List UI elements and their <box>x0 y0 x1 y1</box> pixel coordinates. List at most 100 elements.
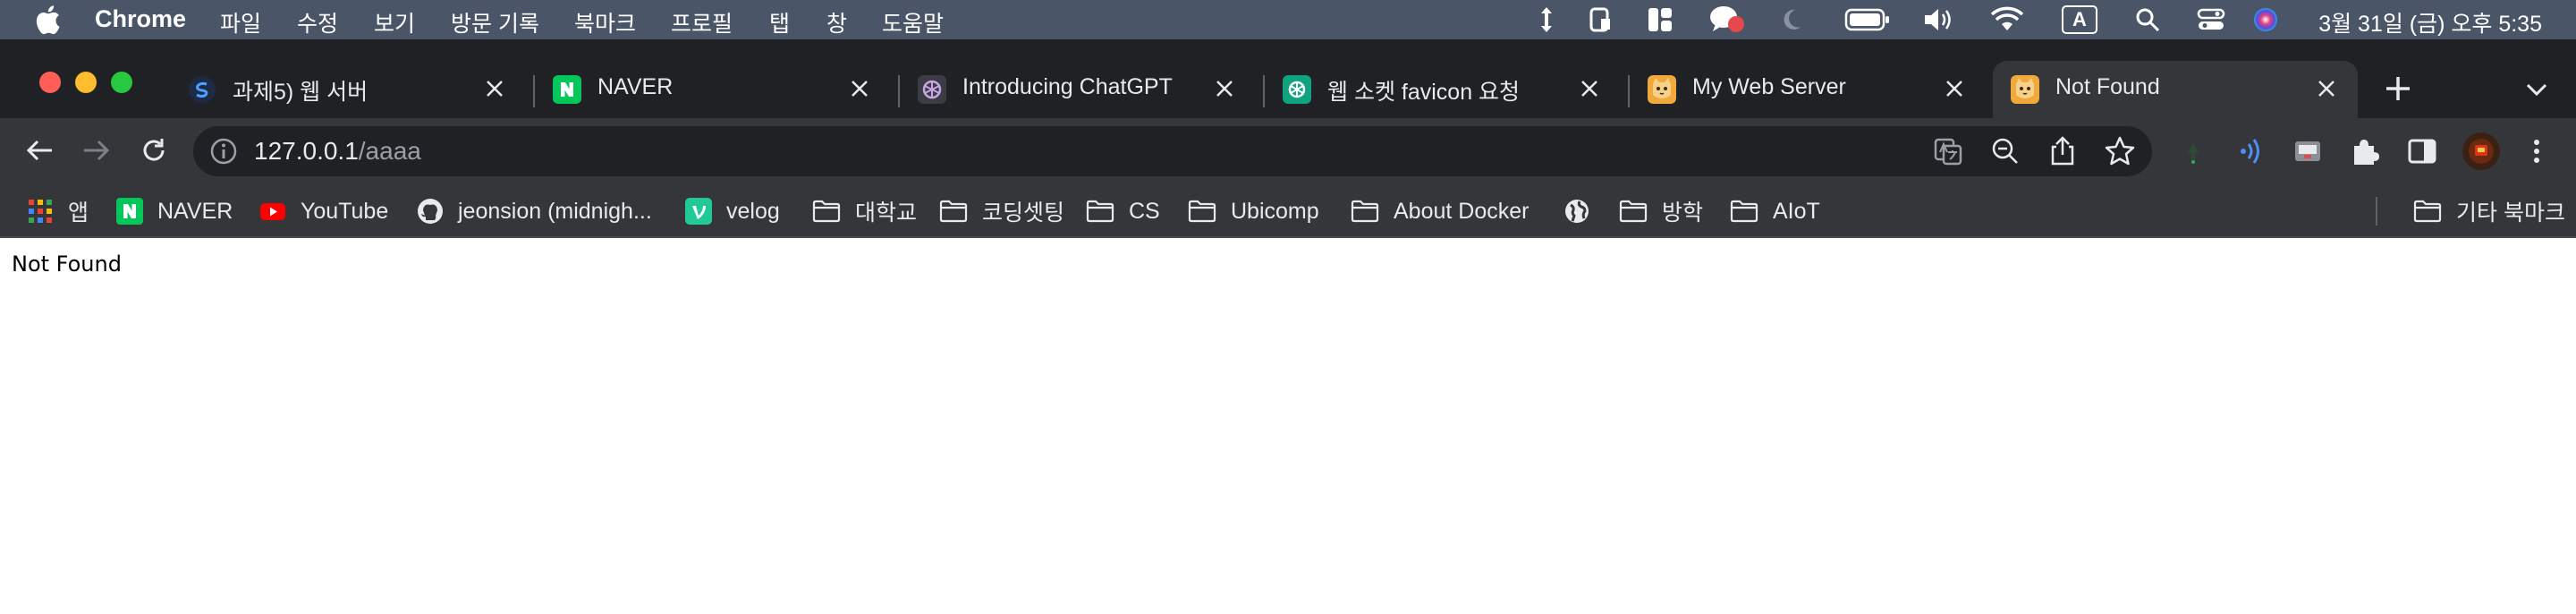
bookmark-naver[interactable]: NAVER <box>116 195 233 227</box>
messages-icon[interactable] <box>1707 0 1746 39</box>
extension-screen-icon[interactable] <box>2292 135 2324 167</box>
tab-title: My Web Server <box>1692 74 1846 99</box>
new-tab-plus-icon[interactable] <box>2383 73 2413 104</box>
bookmark-label: jeonsion (midnigh... <box>458 198 652 224</box>
apps-grid-icon <box>29 200 52 223</box>
velog-icon <box>685 198 712 225</box>
folder-icon <box>1086 200 1114 223</box>
volume-icon[interactable] <box>1921 0 1957 39</box>
extensions-puzzle-icon[interactable] <box>2349 135 2381 167</box>
input-source-icon[interactable]: A <box>2061 0 2098 39</box>
app-menu-chrome[interactable]: Chrome <box>95 5 186 33</box>
menu-window[interactable]: 창 <box>826 6 847 38</box>
tab-not-found-active[interactable]: Not Found <box>1993 61 2358 118</box>
bookmark-folder-vacation[interactable]: 방학 <box>1619 195 1703 227</box>
tab-websocket-favicon[interactable]: 웹 소켓 favicon 요청 <box>1265 61 1621 118</box>
apple-logo-icon[interactable] <box>34 4 61 35</box>
menu-profiles[interactable]: 프로필 <box>671 6 733 38</box>
menubar-clock[interactable]: 3월 31일 (금) 오후 5:35 <box>2318 6 2542 38</box>
resize-arrows-icon[interactable] <box>1533 0 1560 39</box>
close-tab-icon[interactable] <box>483 77 506 100</box>
bookmark-apps[interactable]: 앱 <box>27 195 89 227</box>
close-tab-icon[interactable] <box>2315 77 2338 100</box>
youtube-icon <box>260 203 285 220</box>
input-source-label: A <box>2062 5 2097 34</box>
folder-icon <box>1188 200 1216 223</box>
bookmark-globe[interactable] <box>1563 195 1605 227</box>
globe-icon <box>1565 200 1589 223</box>
bookmark-folder-cs[interactable]: CS <box>1086 195 1160 227</box>
folder-icon <box>812 200 841 223</box>
menu-view[interactable]: 보기 <box>374 6 415 38</box>
clipboard-icon[interactable] <box>1585 0 1617 39</box>
bookmark-folder-other-bookmarks[interactable]: 기타 북마크 <box>2413 195 2565 227</box>
moon-icon[interactable] <box>1780 0 1810 39</box>
extension-signal-icon[interactable] <box>2234 135 2267 167</box>
folder-icon <box>1730 200 1758 223</box>
extension-tree-icon[interactable] <box>2177 135 2209 167</box>
menu-tab[interactable]: 탭 <box>769 6 790 38</box>
menu-edit[interactable]: 수정 <box>297 6 338 38</box>
menu-help[interactable]: 도움말 <box>882 6 944 38</box>
close-tab-icon[interactable] <box>1943 77 1966 100</box>
chrome-menu-kebab-icon[interactable] <box>2521 135 2553 167</box>
bookmark-label: velog <box>726 198 780 224</box>
bookmark-label: AIoT <box>1773 198 1820 224</box>
menu-file[interactable]: 파일 <box>220 6 261 38</box>
close-tab-icon[interactable] <box>1578 77 1601 100</box>
bookmarks-bar: 앱 NAVER YouTube jeonsion (midnigh... vel… <box>0 184 2576 238</box>
siri-icon[interactable] <box>2250 0 2281 39</box>
bookmark-label: Ubicomp <box>1231 198 1319 224</box>
reload-icon <box>143 139 165 161</box>
bookmark-github-jeonsion[interactable]: jeonsion (midnigh... <box>417 195 652 227</box>
bookmark-label: About Docker <box>1394 198 1530 224</box>
tab-search-chevron-icon[interactable] <box>2524 79 2549 100</box>
bookmark-folder-about-docker[interactable]: About Docker <box>1351 195 1529 227</box>
sdot-favicon-icon <box>189 76 216 103</box>
window-close-button[interactable] <box>39 72 61 93</box>
translate-icon[interactable] <box>1932 135 1964 167</box>
window-minimize-button[interactable] <box>75 72 97 93</box>
bookmark-folder-ubicomp[interactable]: Ubicomp <box>1188 195 1319 227</box>
address-bar[interactable]: 127.0.0.1/aaaa <box>193 126 2152 176</box>
reload-button[interactable] <box>136 132 172 168</box>
close-tab-icon[interactable] <box>1213 77 1236 100</box>
menu-bookmarks[interactable]: 북마크 <box>574 6 636 38</box>
stage-manager-icon[interactable] <box>1644 0 1676 39</box>
bookmark-folder-aiot[interactable]: AIoT <box>1730 195 1820 227</box>
url-path: /aaaa <box>358 137 421 165</box>
naver-icon <box>116 198 143 225</box>
tab-web-server-assignment[interactable]: 과제5) 웹 서버 <box>170 61 526 118</box>
window-zoom-button[interactable] <box>111 72 132 93</box>
tab-introducing-chatgpt[interactable]: Introducing ChatGPT <box>900 61 1256 118</box>
tab-my-web-server[interactable]: My Web Server <box>1630 61 1986 118</box>
site-info-icon[interactable] <box>209 137 238 166</box>
battery-icon[interactable] <box>1843 0 1893 39</box>
bookmarks-divider <box>2376 197 2377 226</box>
profile-avatar-icon[interactable] <box>2462 132 2501 171</box>
close-tab-icon[interactable] <box>848 77 871 100</box>
url-host: 127.0.0.1 <box>254 137 359 165</box>
share-icon[interactable] <box>2046 135 2079 167</box>
spotlight-icon[interactable] <box>2132 0 2163 39</box>
side-panel-icon[interactable] <box>2406 135 2438 167</box>
bookmark-folder-coding-setup[interactable]: 코딩셋팅 <box>939 195 1064 227</box>
bookmark-folder-university[interactable]: 대학교 <box>812 195 917 227</box>
tab-title: NAVER <box>597 74 674 99</box>
tab-title: 과제5) 웹 서버 <box>233 80 369 105</box>
arrow-right-icon <box>84 140 110 161</box>
tab-naver[interactable]: NAVER <box>535 61 891 118</box>
menu-history[interactable]: 방문 기록 <box>451 6 539 38</box>
bookmark-velog[interactable]: velog <box>685 195 780 227</box>
back-button[interactable] <box>21 132 57 168</box>
control-center-icon[interactable] <box>2195 0 2227 39</box>
arrow-left-icon <box>26 140 52 161</box>
zoom-out-icon[interactable] <box>1989 135 2021 167</box>
bookmark-youtube[interactable]: YouTube <box>259 195 388 227</box>
url-text[interactable]: 127.0.0.1/aaaa <box>254 137 421 166</box>
bookmark-label: 방학 <box>1662 200 1704 226</box>
bookmark-star-icon[interactable] <box>2104 135 2136 167</box>
forward-button[interactable] <box>79 132 114 168</box>
bookmark-label: 앱 <box>68 200 89 226</box>
wifi-icon[interactable] <box>1989 0 2025 39</box>
